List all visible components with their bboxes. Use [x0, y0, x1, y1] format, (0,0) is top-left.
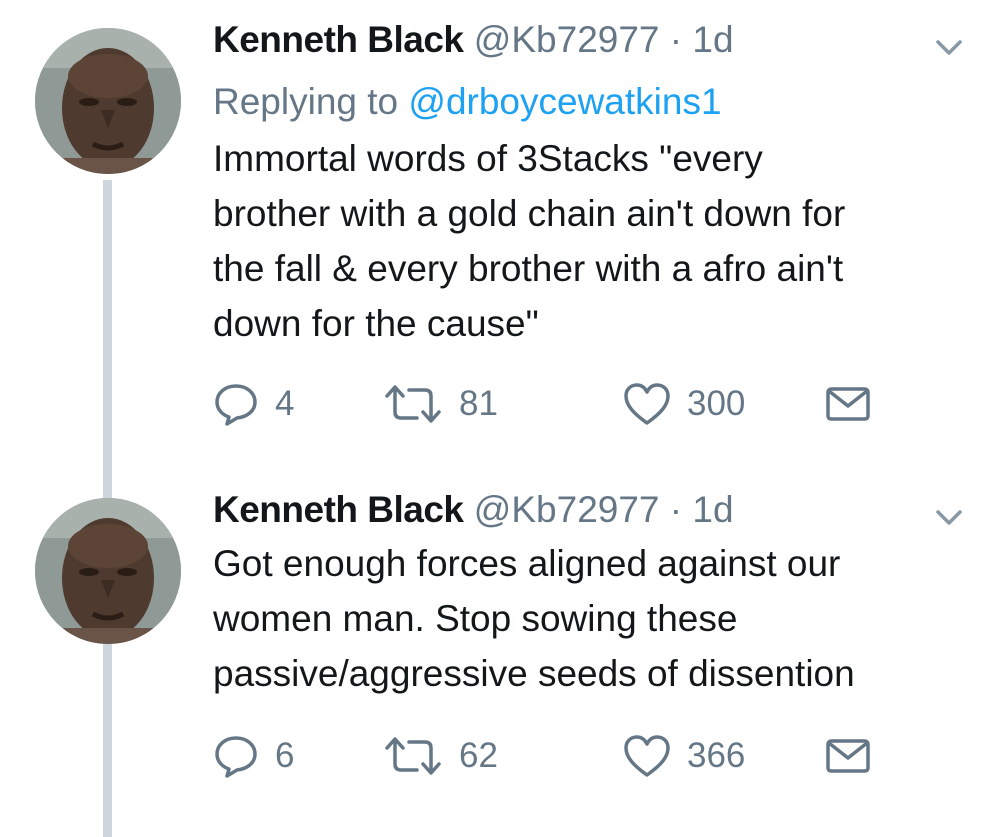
author-name[interactable]: Kenneth Black	[213, 489, 464, 530]
tweet-1[interactable]: Kenneth Black @Kb72977 · 1d Replying to …	[0, 0, 1000, 470]
timestamp[interactable]: 1d	[692, 489, 733, 530]
replying-handle-link[interactable]: @drboycewatkins1	[408, 81, 721, 122]
tweet-header: Kenneth Black @Kb72977 · 1d	[213, 14, 734, 66]
replying-prefix: Replying to	[213, 81, 399, 122]
timestamp[interactable]: 1d	[692, 19, 733, 60]
direct-message-button[interactable]	[825, 732, 871, 780]
direct-message-button[interactable]	[825, 380, 871, 428]
like-button[interactable]: 366	[623, 732, 745, 780]
chevron-down-icon[interactable]	[932, 30, 966, 64]
direct-message-icon	[826, 387, 870, 421]
retweet-button[interactable]: 62	[383, 732, 498, 780]
retweet-icon	[385, 385, 441, 423]
tweet-header: Kenneth Black @Kb72977 · 1d	[213, 484, 734, 536]
tweet-2[interactable]: Kenneth Black @Kb72977 · 1d Got enough f…	[0, 470, 1000, 837]
reply-count: 6	[275, 736, 295, 775]
chevron-down-icon[interactable]	[932, 500, 966, 534]
like-count: 300	[687, 384, 746, 423]
tweet-actions: 6 62 366	[213, 732, 953, 780]
retweet-button[interactable]: 81	[383, 380, 498, 428]
reply-button[interactable]: 4	[213, 380, 294, 428]
avatar[interactable]	[35, 28, 181, 174]
like-icon	[624, 735, 670, 777]
reply-icon	[215, 384, 257, 426]
like-icon	[624, 383, 670, 425]
retweet-icon	[385, 737, 441, 775]
replying-to: Replying to @drboycewatkins1	[213, 76, 722, 128]
direct-message-icon	[826, 739, 870, 773]
author-handle[interactable]: @Kb72977	[474, 19, 660, 60]
retweet-count: 62	[459, 736, 498, 775]
author-name[interactable]: Kenneth Black	[213, 19, 464, 60]
tweet-actions: 4 81 300	[213, 380, 953, 428]
tweet-text: Got enough forces aligned against our wo…	[213, 543, 855, 694]
like-count: 366	[687, 736, 746, 775]
like-button[interactable]: 300	[623, 380, 745, 428]
separator: ·	[669, 489, 683, 530]
separator: ·	[669, 19, 683, 60]
reply-count: 4	[275, 384, 295, 423]
reply-icon	[215, 736, 257, 778]
reply-button[interactable]: 6	[213, 732, 294, 780]
tweet-text: Immortal words of 3Stacks "every brother…	[213, 138, 846, 344]
avatar[interactable]	[35, 498, 181, 644]
author-handle[interactable]: @Kb72977	[474, 489, 660, 530]
retweet-count: 81	[459, 384, 498, 423]
